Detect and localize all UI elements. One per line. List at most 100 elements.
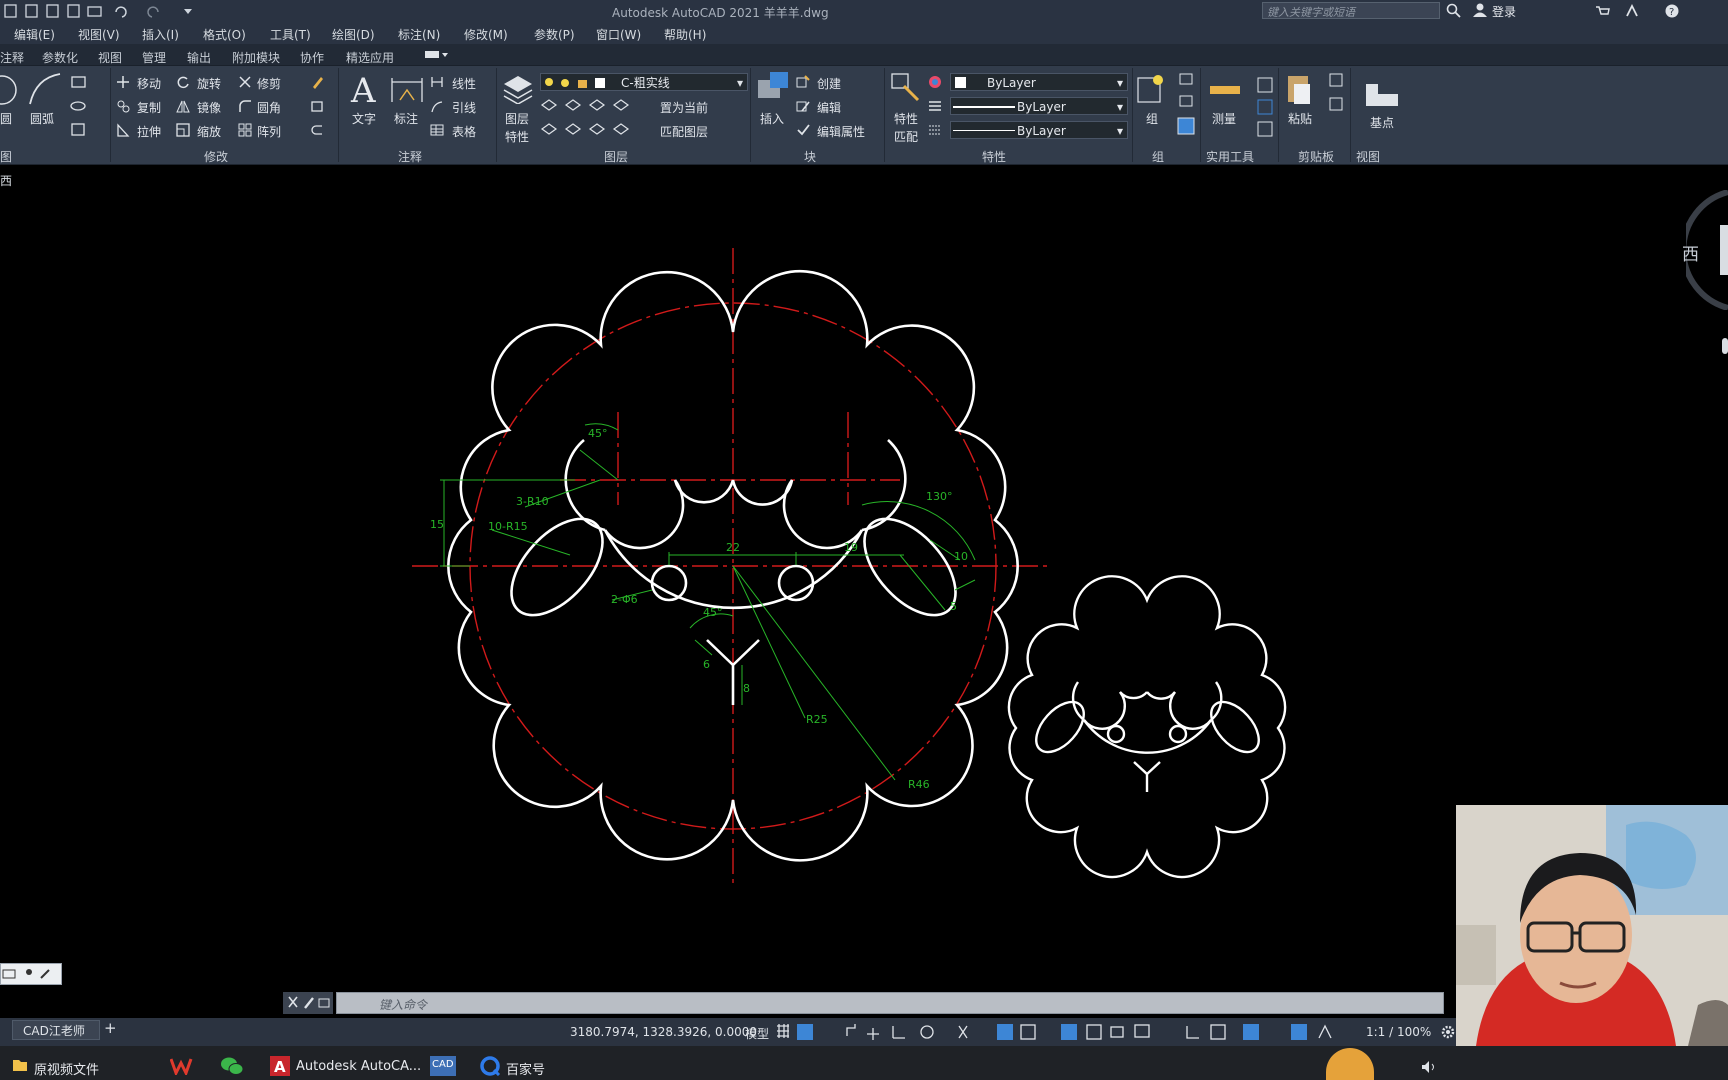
layout-tools[interactable]: [0, 963, 62, 985]
panel-block-label[interactable]: 块: [804, 148, 816, 165]
menu-parametric[interactable]: 参数(P): [534, 26, 575, 43]
annotation-table[interactable]: 表格: [452, 123, 476, 140]
add-layout-icon[interactable]: +: [104, 1019, 117, 1037]
annotation-linear[interactable]: 线性: [452, 75, 476, 92]
modify-fillet[interactable]: 圆角: [257, 99, 281, 116]
taskbar-baijiahao[interactable]: 百家号: [506, 1059, 545, 1078]
search-icon[interactable]: [1446, 3, 1462, 19]
tab-collaborate[interactable]: 协作: [300, 49, 324, 66]
menu-help[interactable]: 帮助(H): [664, 26, 706, 43]
panel-properties-label[interactable]: 特性: [982, 148, 1006, 165]
layer-match[interactable]: 匹配图层: [660, 123, 708, 140]
match-properties-icon[interactable]: [890, 72, 924, 106]
layer-dropdown[interactable]: C-粗实线 ▾: [540, 73, 748, 91]
menu-modify[interactable]: 修改(M): [464, 26, 508, 43]
panel-modify-label[interactable]: 修改: [204, 148, 228, 165]
volume-icon[interactable]: [1420, 1060, 1450, 1074]
gear-icon[interactable]: [1440, 1024, 1456, 1040]
panel-view-label[interactable]: 视图: [1356, 148, 1380, 165]
block-edit[interactable]: 编辑: [817, 99, 841, 116]
menu-window[interactable]: 窗口(W): [596, 26, 641, 43]
layer-tool-icons[interactable]: [540, 97, 640, 141]
measure-icons[interactable]: [1208, 76, 1278, 142]
properties-match-line2[interactable]: 匹配: [894, 128, 918, 145]
panel-draw-label[interactable]: 图: [0, 148, 12, 165]
cad-app-icon[interactable]: CAD: [430, 1056, 456, 1076]
modify-rotate[interactable]: 旋转: [197, 75, 221, 92]
modify-scale[interactable]: 缩放: [197, 123, 221, 140]
properties-match-line1[interactable]: 特性: [894, 110, 918, 127]
panel-groups-label[interactable]: 组: [1152, 148, 1164, 165]
draw-arc-icon[interactable]: [0, 72, 70, 108]
group-label[interactable]: 组: [1146, 110, 1158, 127]
modify-copy[interactable]: 复制: [137, 99, 161, 116]
lineweight-dropdown[interactable]: ByLayer ▾: [950, 121, 1128, 139]
annotation-leader[interactable]: 引线: [452, 99, 476, 116]
dimension-icon[interactable]: [390, 74, 424, 106]
utilities-measure[interactable]: 测量: [1212, 110, 1236, 127]
layer-set-current[interactable]: 置为当前: [660, 99, 708, 116]
block-create[interactable]: 创建: [817, 75, 841, 92]
tab-featured-apps[interactable]: 精选应用: [346, 49, 394, 66]
panel-annotation-label[interactable]: 注释: [398, 148, 422, 165]
status-toggle-icons[interactable]: [775, 1022, 1355, 1042]
navbar-handle[interactable]: [1722, 338, 1728, 354]
menu-format[interactable]: 格式(O): [203, 26, 246, 43]
menu-dimension[interactable]: 标注(N): [398, 26, 440, 43]
menu-insert[interactable]: 插入(I): [142, 26, 179, 43]
insert-block-icon[interactable]: [756, 70, 790, 106]
tab-manage[interactable]: 管理: [142, 49, 166, 66]
wechat-icon[interactable]: [220, 1056, 244, 1076]
block-edit-attr[interactable]: 编辑属性: [817, 123, 865, 140]
color-wheel-icon[interactable]: [928, 75, 942, 89]
block-insert[interactable]: 插入: [760, 110, 784, 127]
panel-layers-label[interactable]: 图层: [604, 148, 628, 165]
tab-annotate[interactable]: 注释: [0, 49, 24, 66]
login-link[interactable]: 登录: [1492, 3, 1516, 20]
user-icon[interactable]: [1472, 2, 1488, 18]
viewport-label[interactable]: 西: [0, 172, 12, 189]
panel-utilities-label[interactable]: 实用工具: [1206, 148, 1254, 165]
tab-parametric[interactable]: 参数化: [42, 49, 78, 66]
title-right-icons[interactable]: ?: [1594, 4, 1724, 18]
command-line-controls[interactable]: [283, 992, 333, 1014]
wps-icon[interactable]: [170, 1057, 194, 1075]
color-dropdown[interactable]: ByLayer ▾: [950, 73, 1128, 91]
offset-icon[interactable]: [310, 123, 324, 137]
viewcube-west-label[interactable]: 西: [1682, 240, 1699, 265]
explode-icon[interactable]: [310, 99, 324, 113]
model-space-button[interactable]: 模型: [745, 1025, 769, 1042]
menu-tools[interactable]: 工具(T): [270, 26, 311, 43]
group-icons[interactable]: [1136, 72, 1196, 142]
tab-overflow-icon[interactable]: [424, 50, 450, 60]
text-icon[interactable]: A: [349, 72, 379, 106]
modify-stretch[interactable]: 拉伸: [137, 123, 161, 140]
layout-tab[interactable]: CAD江老师: [12, 1020, 100, 1040]
help-search-input[interactable]: 键入关键字或短语: [1262, 2, 1440, 19]
menu-draw[interactable]: 绘图(D): [332, 26, 375, 43]
modify-array[interactable]: 阵列: [257, 123, 281, 140]
tab-output[interactable]: 输出: [187, 49, 211, 66]
menu-view[interactable]: 视图(V): [78, 26, 120, 43]
draw-circle-label[interactable]: 圆: [0, 110, 12, 127]
annotation-text[interactable]: 文字: [352, 110, 376, 127]
clipboard-paste[interactable]: 粘贴: [1288, 110, 1312, 127]
layer-props-line2[interactable]: 特性: [505, 128, 529, 145]
layer-props-line1[interactable]: 图层: [505, 110, 529, 127]
menu-edit[interactable]: 编辑(E): [14, 26, 55, 43]
modify-mirror[interactable]: 镜像: [197, 99, 221, 116]
taskbar-folder[interactable]: 原视频文件: [34, 1059, 99, 1078]
annotation-scale[interactable]: 1:1 / 100%: [1366, 1025, 1431, 1039]
annotation-dimension[interactable]: 标注: [394, 110, 418, 127]
command-line-input[interactable]: 键入命令: [336, 992, 1444, 1014]
layer-properties-icon[interactable]: [502, 72, 534, 104]
modify-move[interactable]: 移动: [137, 75, 161, 92]
quick-access-toolbar[interactable]: [4, 3, 194, 19]
erase-icon[interactable]: [310, 75, 324, 89]
draw-shapes-icons[interactable]: [70, 74, 100, 138]
draw-arc-label[interactable]: 圆弧: [30, 110, 54, 127]
view-basepoint[interactable]: 基点: [1370, 114, 1394, 131]
basepoint-icon[interactable]: [1364, 80, 1404, 110]
panel-clipboard-label[interactable]: 剪贴板: [1298, 148, 1334, 165]
taskbar-autocad[interactable]: Autodesk AutoCA...: [296, 1059, 421, 1074]
